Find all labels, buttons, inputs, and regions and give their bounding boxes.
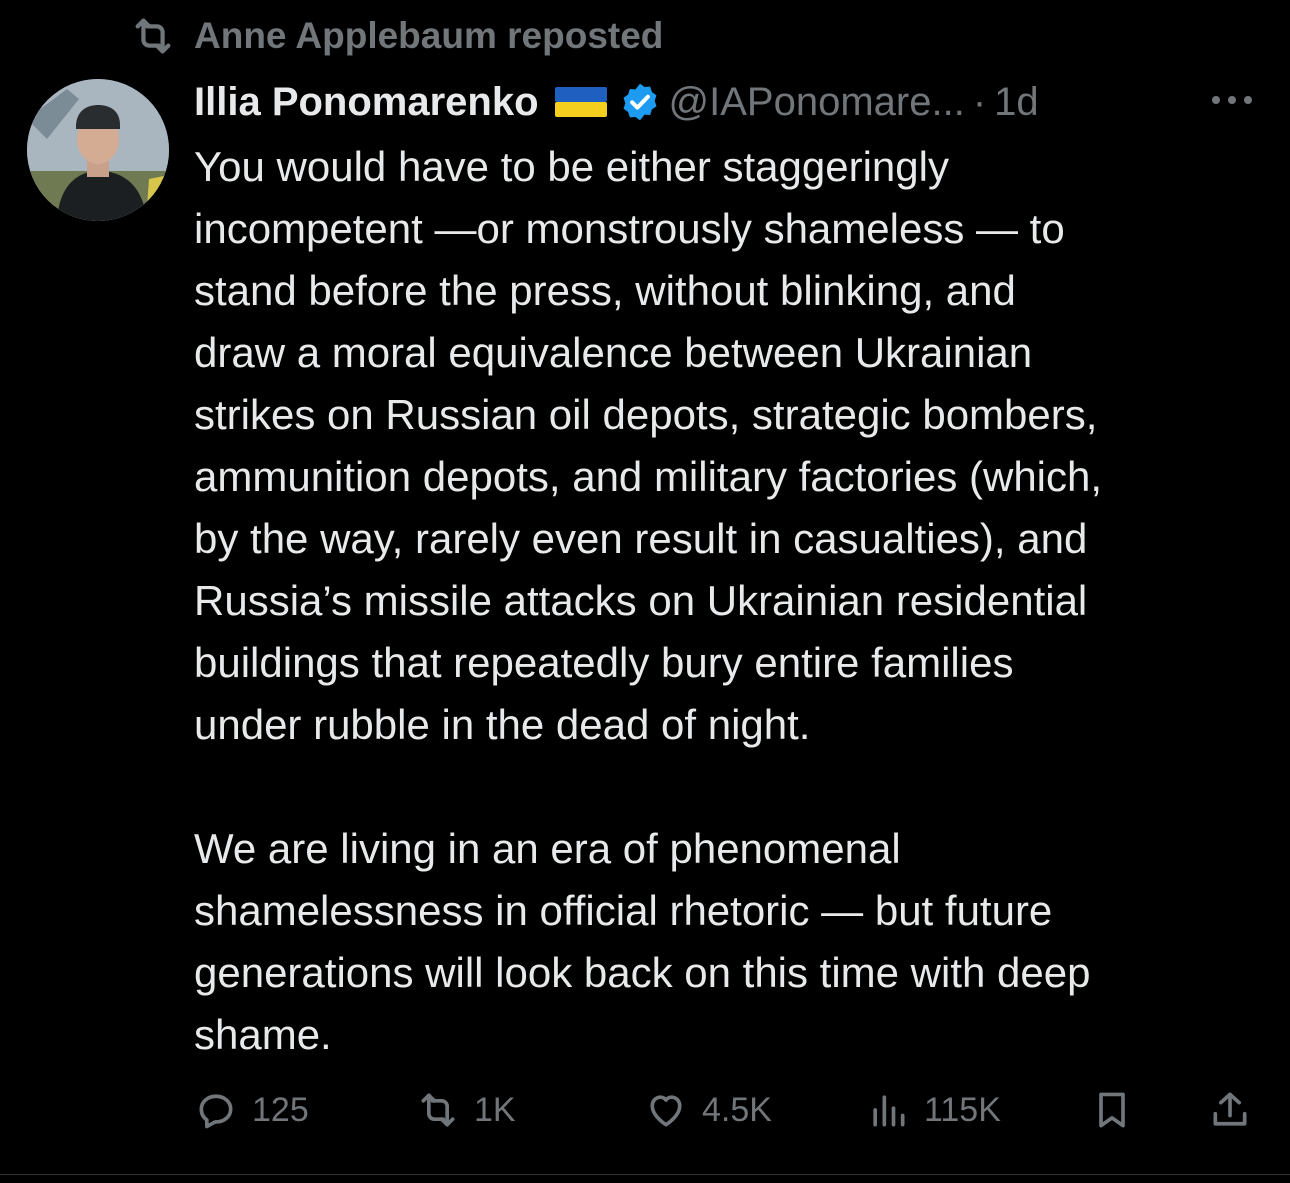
repost-icon xyxy=(135,18,171,54)
author-handle[interactable]: @IAPonomare... xyxy=(669,80,965,125)
repost-count: 1K xyxy=(474,1090,516,1129)
ukraine-flag-icon xyxy=(554,87,607,117)
divider xyxy=(0,1174,1290,1175)
verified-badge-icon[interactable] xyxy=(619,81,661,123)
tweet-paragraph: You would have to be either staggeringly… xyxy=(194,143,1103,748)
repost-label[interactable]: Anne Applebaum reposted xyxy=(194,15,663,57)
like-count: 4.5K xyxy=(702,1090,772,1129)
repost-icon xyxy=(421,1093,455,1127)
heart-icon xyxy=(650,1095,682,1127)
repost-header: Anne Applebaum reposted xyxy=(130,12,663,60)
reply-icon xyxy=(199,1094,233,1129)
reply-count: 125 xyxy=(252,1090,309,1129)
views-icon xyxy=(873,1095,905,1127)
share-icon xyxy=(1213,1092,1247,1126)
separator-dot: · xyxy=(972,79,987,124)
bookmark-button[interactable] xyxy=(1090,1080,1134,1140)
repost-button[interactable]: 1K xyxy=(416,1080,516,1140)
author-name[interactable]: Illia Ponomarenko xyxy=(194,80,539,125)
avatar[interactable] xyxy=(27,79,169,221)
views-count: 115K xyxy=(924,1090,1001,1129)
timestamp[interactable]: 1d xyxy=(994,80,1039,125)
like-button[interactable]: 4.5K xyxy=(644,1080,772,1140)
tweet-text: You would have to be either staggeringly… xyxy=(194,136,1274,1066)
action-bar: 125 1K 4.5K 115K xyxy=(194,1080,1264,1140)
bookmark-icon xyxy=(1099,1092,1125,1128)
more-icon[interactable] xyxy=(1204,80,1260,120)
reply-button[interactable]: 125 xyxy=(194,1080,309,1140)
tweet-header: Illia Ponomarenko @IAPonomare... · 1d xyxy=(194,72,1260,132)
tweet-paragraph: We are living in an era of phenomenal sh… xyxy=(194,825,1091,1058)
views-button[interactable]: 115K xyxy=(866,1080,1001,1140)
share-button[interactable] xyxy=(1208,1080,1252,1140)
